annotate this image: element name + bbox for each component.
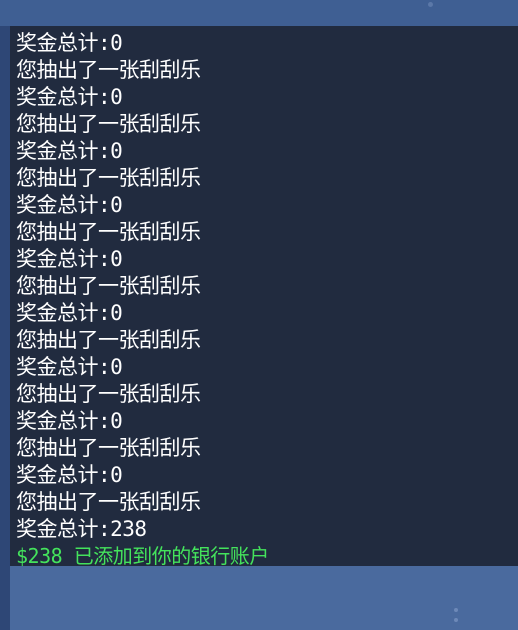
console-line: 奖金总计:0 — [16, 85, 123, 109]
console-line: 您抽出了一张刮刮乐 — [16, 490, 201, 514]
console-line: 您抽出了一张刮刮乐 — [16, 274, 201, 298]
grip-dot-icon — [454, 618, 458, 622]
console-line: 奖金总计:238 — [16, 517, 147, 541]
console-line: 您抽出了一张刮刮乐 — [16, 58, 201, 82]
console-line: 奖金总计:0 — [16, 247, 123, 271]
console-line: 您抽出了一张刮刮乐 — [16, 166, 201, 190]
console-line: 奖金总计:0 — [16, 31, 123, 55]
console-line: 奖金总计:0 — [16, 463, 123, 487]
console-line: 您抽出了一张刮刮乐 — [16, 436, 201, 460]
console-line: 奖金总计:0 — [16, 139, 123, 163]
console-line: 您抽出了一张刮刮乐 — [16, 220, 201, 244]
app-window: 奖金总计:0 您抽出了一张刮刮乐 奖金总计:0 您抽出了一张刮刮乐 奖金总计:0 您抽出了… — [0, 0, 518, 630]
grip-dot-icon — [454, 608, 458, 612]
console-line: 奖金总计:0 — [16, 409, 123, 433]
footer-bar — [10, 566, 518, 630]
console-line: 奖金总计:0 — [16, 301, 123, 325]
console-line: 您抽出了一张刮刮乐 — [16, 328, 201, 352]
console-output: 奖金总计:0 您抽出了一张刮刮乐 奖金总计:0 您抽出了一张刮刮乐 奖金总计:0 您抽出了… — [10, 26, 518, 566]
console-line-success: $238 已添加到你的银行账户 — [16, 544, 269, 566]
console-line: 奖金总计:0 — [16, 193, 123, 217]
handle-icon — [428, 2, 433, 7]
left-rail — [0, 26, 10, 630]
top-bar — [0, 0, 518, 26]
console-line: 奖金总计:0 — [16, 355, 123, 379]
console-line: 您抽出了一张刮刮乐 — [16, 112, 201, 136]
console-line: 您抽出了一张刮刮乐 — [16, 382, 201, 406]
